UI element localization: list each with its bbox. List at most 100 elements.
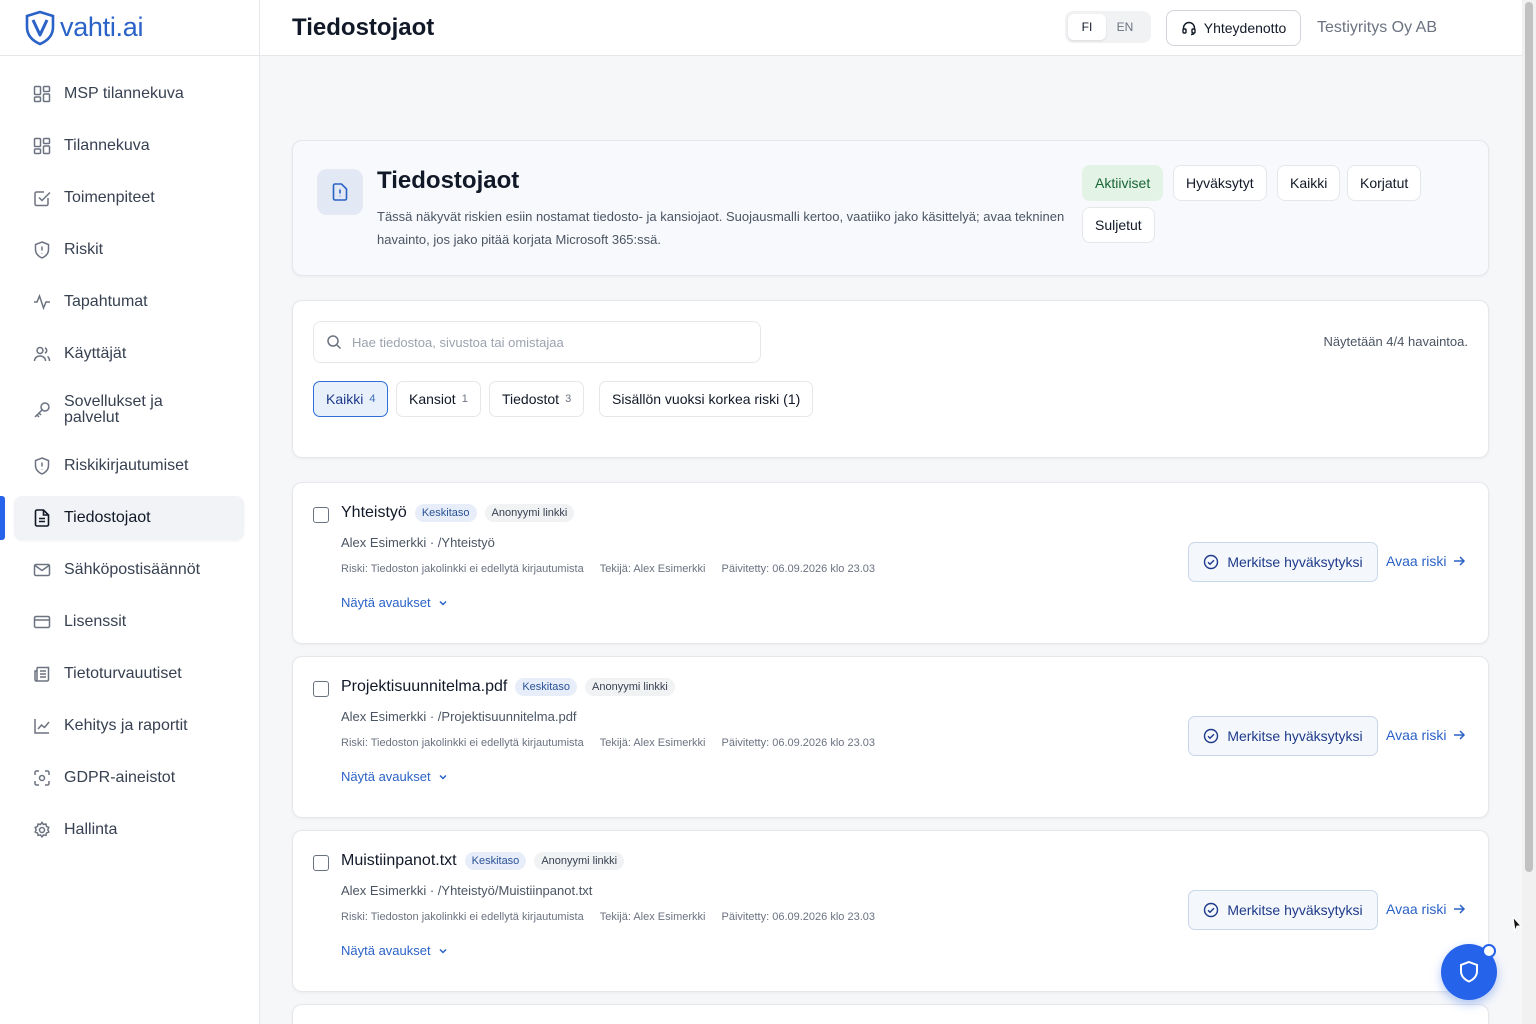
notification-dot (1482, 944, 1496, 958)
type-filter-kaikki[interactable]: Kaikki 4 (313, 381, 389, 417)
open-risk-link[interactable]: Avaa riski (1386, 727, 1466, 743)
newspaper-icon (34, 666, 50, 682)
dashboard-icon (33, 85, 51, 103)
show-openings-link[interactable]: Näytä avaukset (341, 943, 449, 958)
open-risk-label: Avaa riski (1386, 901, 1447, 917)
scrollbar-thumb[interactable] (1525, 2, 1533, 872)
sidebar-item-tiedostojaot[interactable]: Tiedostojaot (14, 496, 244, 540)
sidebar-item-label: Tietoturvauutiset (64, 665, 182, 682)
item-title-row: Yhteistyö Keskitaso Anonyymi linkki (341, 504, 575, 522)
open-risk-link[interactable]: Avaa riski (1386, 553, 1466, 569)
checkbox-icon (34, 191, 51, 207)
result-count: Näytetään 4/4 havaintoa. (1323, 334, 1468, 349)
risk-level-badge: Keskitaso (464, 852, 527, 870)
type-filter-high-content-risk[interactable]: Sisällön vuoksi korkea riski (1) (599, 381, 814, 417)
sidebar-item-sahkopostisaannot[interactable]: Sähköpostisäännöt (14, 548, 244, 592)
sidebar-item-sovellukset[interactable]: Sovellukset ja palvelut (14, 384, 244, 436)
credit-card-icon (33, 615, 51, 629)
search-box[interactable] (313, 321, 761, 363)
item-author: Tekijä: Alex Esimerkki (599, 563, 706, 575)
chip-label: Tiedostot (502, 391, 560, 407)
chip-label: Kansiot (409, 391, 456, 407)
sidebar-item-toimenpiteet[interactable]: Toimenpiteet (14, 176, 244, 220)
item-risk: Riski: Tiedoston jakolinkki ei edellytä … (341, 563, 584, 575)
sidebar-item-gdpr-aineistot[interactable]: GDPR-aineistot (14, 756, 244, 800)
sidebar-item-kayttajat[interactable]: Käyttäjät (14, 332, 244, 376)
show-openings-link[interactable]: Näytä avaukset (341, 595, 449, 610)
sidebar-item-lisenssit[interactable]: Lisenssit (14, 600, 244, 644)
sidebar-item-tilannekuva[interactable]: Tilannekuva (14, 124, 244, 168)
state-filter-hyvaksytyt[interactable]: Hyväksytyt (1173, 165, 1267, 201)
open-risk-label: Avaa riski (1386, 727, 1447, 743)
filter-card: Näytetään 4/4 havaintoa. Kaikki 4 Kansiot… (292, 300, 1489, 458)
activity-icon (34, 293, 50, 311)
sidebar-item-label: Käyttäjät (64, 345, 127, 362)
line-chart-icon (34, 719, 50, 734)
sidebar-item-msp-tilannekuva[interactable]: MSP tilannekuva (14, 72, 244, 116)
intro-card: Tiedostojaot Tässä näkyvät riskien esiin… (292, 140, 1489, 276)
item-title: Muistiinpanot.txt (341, 852, 457, 869)
logo-text: vahti.ai (60, 12, 144, 42)
risk-level-badge: Keskitaso (414, 504, 477, 522)
mark-approved-button[interactable]: Merkitse hyväksytyksi (1188, 716, 1378, 756)
sidebar-item-riskit[interactable]: Riskit (14, 228, 244, 272)
state-filter-korjatut[interactable]: Korjatut (1347, 165, 1422, 201)
link-type-badge: Anonyymi linkki (585, 678, 675, 696)
link-type-badge: Anonyymi linkki (534, 852, 625, 870)
chevron-down-icon (439, 774, 447, 780)
show-openings-link[interactable]: Näytä avaukset (341, 769, 449, 784)
key-icon (34, 402, 50, 418)
arrow-right-icon (1454, 904, 1466, 914)
headset-icon (1182, 21, 1196, 36)
expand-label: Näytä avaukset (341, 595, 431, 610)
sidebar-item-tietoturvauutiset[interactable]: Tietoturvauutiset (14, 652, 244, 696)
logo[interactable]: vahti.ai (0, 0, 259, 56)
open-risk-link[interactable]: Avaa riski (1386, 901, 1466, 917)
lang-fi-button[interactable]: FI (1068, 14, 1106, 40)
type-filter-tiedostot[interactable]: Tiedostot 3 (489, 381, 585, 417)
scan-icon (34, 770, 50, 786)
contact-label: Yhteydenotto (1203, 20, 1287, 36)
search-input[interactable] (352, 334, 752, 350)
item-checkbox[interactable] (313, 507, 329, 523)
sidebar-item-tapahtumat[interactable]: Tapahtumat (14, 280, 244, 324)
item-title: Projektisuunnitelma.pdf (341, 678, 508, 695)
sidebar-item-label: MSP tilannekuva (64, 85, 184, 102)
intro-description: Tässä näkyvät riskien esiin nostamat tie… (377, 209, 1065, 247)
chevron-down-icon (439, 948, 447, 954)
sidebar-item-label: Kehitys ja raportit (64, 717, 188, 734)
sidebar-item-label: Riskit (64, 241, 104, 258)
item-meta: Riski: Tiedoston jakolinkki ei edellytä … (341, 563, 891, 575)
item-updated: Päivitetty: 06.09.2026 klo 23.03 (721, 911, 875, 923)
state-filter-kaikki[interactable]: Kaikki (1277, 165, 1341, 201)
shield-icon (1460, 960, 1478, 983)
contact-button[interactable]: Yhteydenotto (1166, 10, 1301, 46)
item-path: Alex Esimerkki · /Yhteistyö/Muistiinpano… (341, 883, 593, 898)
mark-approved-button[interactable]: Merkitse hyväksytyksi (1188, 542, 1378, 582)
chip-label: Sisällön vuoksi korkea riski (1) (612, 391, 801, 407)
item-updated: Päivitetty: 06.09.2026 klo 23.03 (721, 737, 875, 749)
item-risk: Riski: Tiedoston jakolinkki ei edellytä … (341, 737, 584, 749)
search-icon (327, 335, 342, 350)
mark-approved-button[interactable]: Merkitse hyväksytyksi (1188, 890, 1378, 930)
mail-icon (33, 563, 51, 577)
scrollbar[interactable] (1522, 0, 1536, 1024)
item-title: Yhteistyö (341, 504, 407, 521)
state-filter-aktiiviset[interactable]: Aktiiviset (1082, 165, 1164, 201)
type-filter-kansiot[interactable]: Kansiot 1 (396, 381, 481, 417)
sidebar-item-riskikirjautumiset[interactable]: Riskikirjautumiset (14, 444, 244, 488)
item-checkbox[interactable] (313, 681, 329, 697)
check-circle-icon (1204, 902, 1219, 918)
sidebar-item-label: Sähköpostisäännöt (64, 561, 201, 578)
chevron-down-icon (439, 600, 447, 606)
sidebar-item-label: Sovellukset ja palvelut (64, 393, 163, 426)
item-path: Alex Esimerkki · /Projektisuunnitelma.pd… (341, 709, 577, 724)
company-name[interactable]: Testiyritys Oy AB (1317, 19, 1437, 37)
expand-label: Näytä avaukset (341, 769, 431, 784)
gear-icon (34, 821, 50, 839)
lang-en-button[interactable]: EN (1106, 14, 1144, 40)
sidebar-item-kehitys-ja-raportit[interactable]: Kehitys ja raportit (14, 704, 244, 748)
item-checkbox[interactable] (313, 855, 329, 871)
sidebar-item-hallinta[interactable]: Hallinta (14, 808, 244, 852)
state-filter-suljetut[interactable]: Suljetut (1082, 207, 1155, 243)
